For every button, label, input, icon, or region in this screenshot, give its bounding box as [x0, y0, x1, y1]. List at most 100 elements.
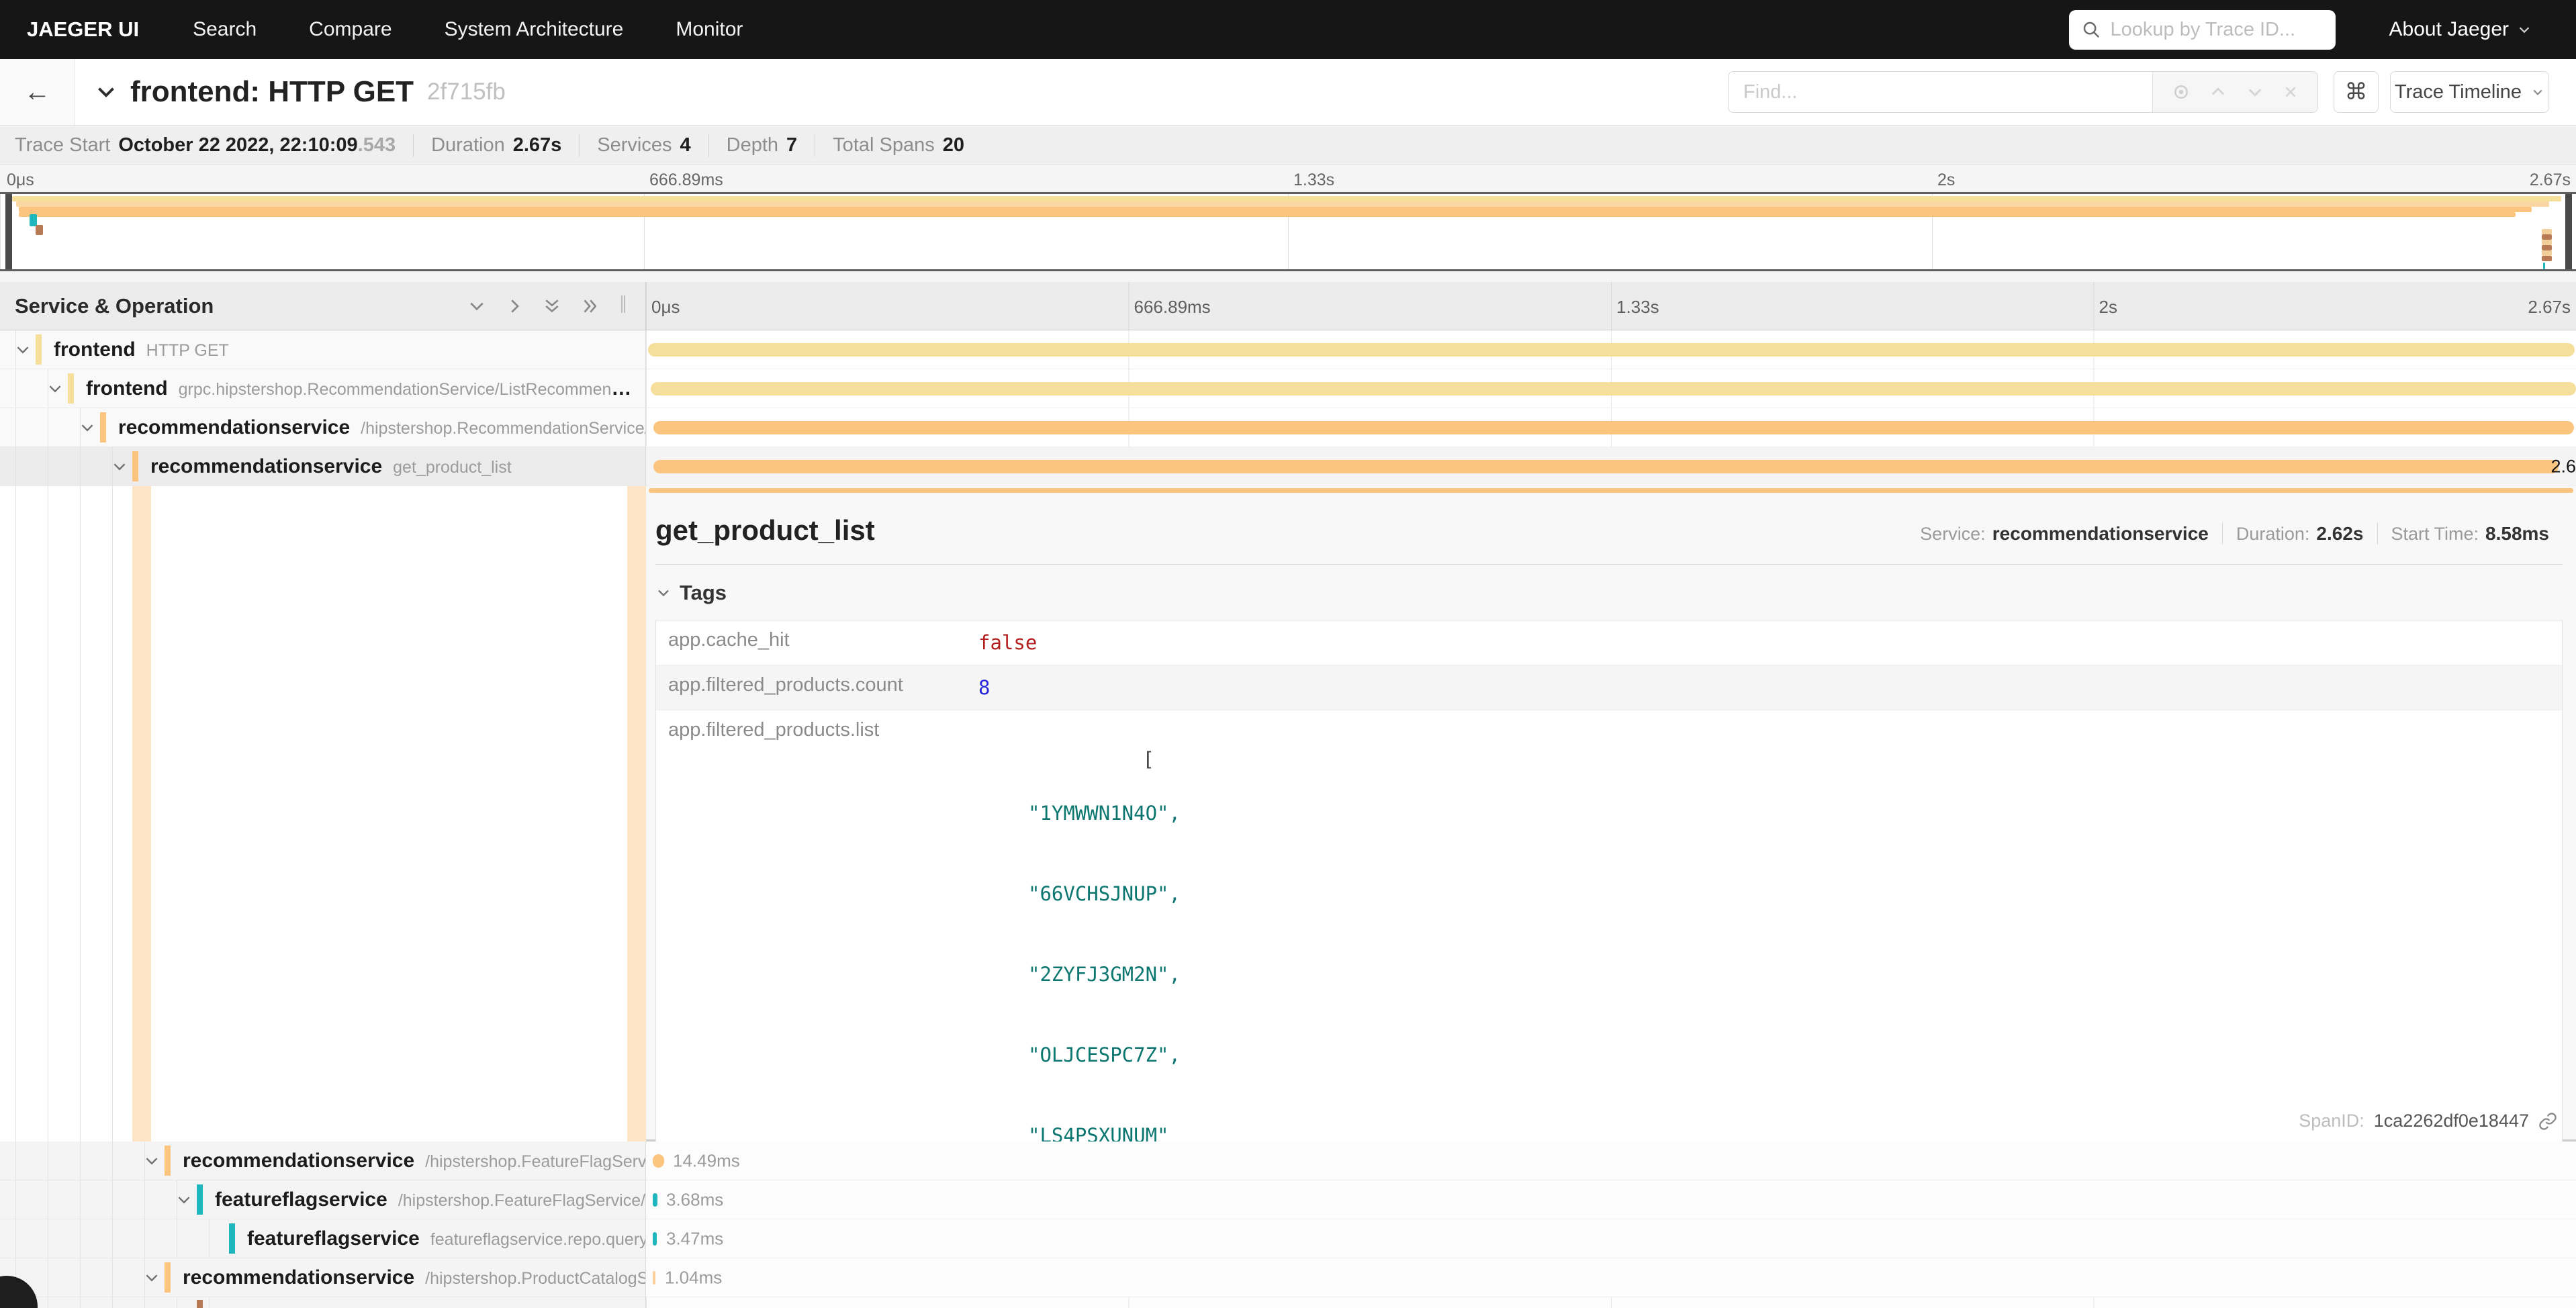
span-operation: /hipstershop.RecommendationService/Lis… [361, 419, 646, 438]
span-id-row: SpanID: 1ca2262df0e18447 [2299, 1111, 2557, 1131]
trace-collapse-toggle[interactable] [94, 80, 118, 104]
nav-item-monitor[interactable]: Monitor [676, 18, 743, 41]
tag-row: app.filtered_products.count 8 [656, 665, 2562, 710]
expand-all-icon[interactable] [580, 296, 600, 316]
span-duration-bar[interactable] [653, 1271, 655, 1284]
span-bar-cell[interactable]: 2.6 [646, 447, 2576, 486]
span-bar-cell[interactable]: 1.04ms [646, 1258, 2576, 1297]
chevron-down-icon[interactable] [46, 380, 64, 398]
service-operation-header: Service & Operation [0, 282, 646, 330]
span-row-frontend-http-get[interactable]: frontendHTTP GET [0, 330, 2576, 369]
chevron-down-icon[interactable] [143, 1152, 160, 1170]
span-service: recommendationservice [183, 1150, 414, 1172]
column-resizer[interactable] [621, 295, 625, 313]
service-color-tag [165, 1262, 171, 1293]
nav-item-compare[interactable]: Compare [309, 18, 392, 41]
tree-header-title: Service & Operation [15, 294, 214, 318]
nav-item-search[interactable]: Search [193, 18, 257, 41]
span-bar-cell[interactable] [646, 408, 2576, 447]
search-icon [2081, 19, 2101, 40]
chevron-down-icon [2517, 22, 2532, 37]
span-bar-cell[interactable]: 3.68ms [646, 1180, 2576, 1219]
find-input[interactable] [1743, 81, 2137, 103]
trace-total-spans: Total Spans20 [815, 134, 982, 156]
minimap-right-scrubber[interactable] [2565, 194, 2572, 269]
detail-service: Service:recommendationservice [1906, 523, 2222, 545]
close-icon[interactable] [2282, 83, 2299, 101]
span-bar-cell[interactable] [646, 369, 2576, 408]
collapse-one-icon[interactable] [467, 296, 487, 316]
span-duration-label: 3.47ms [666, 1228, 723, 1249]
link-icon[interactable] [2538, 1112, 2557, 1131]
timeline-ticks-header: 0μs 666.89ms 1.33s 2s 2.67s [646, 282, 2576, 330]
keyboard-shortcuts-button[interactable]: ⌘ [2334, 71, 2379, 113]
span-row-featureflagservice-repo-query[interactable]: featureflagservicefeatureflagservice.rep… [0, 1219, 2576, 1258]
span-operation: /hipstershop.ProductCatalogSer… [425, 1269, 646, 1288]
top-nav: JAEGER UI Search Compare System Architec… [0, 0, 2576, 59]
span-row-get-product-list-selected[interactable]: recommendationserviceget_product_list 2.… [0, 447, 2576, 486]
trace-id-search-box[interactable] [2069, 10, 2336, 50]
trace-id-short: 2f715fb [427, 79, 506, 105]
minimap-ticks: 0μs 666.89ms 1.33s 2s 2.67s [0, 165, 2576, 192]
trace-services: Services4 [579, 134, 708, 156]
chevron-up-icon[interactable] [2209, 83, 2227, 101]
span-detail-title: get_product_list [655, 514, 875, 547]
chevron-down-icon[interactable] [79, 419, 96, 436]
span-duration-bar[interactable] [653, 1154, 664, 1168]
nav-item-system-architecture[interactable]: System Architecture [445, 18, 624, 41]
span-service: recommendationservice [183, 1266, 414, 1289]
span-service: recommendationservice [118, 416, 350, 438]
span-bar-cell[interactable]: 3.47ms [646, 1219, 2576, 1258]
span-duration-label: 3.68ms [666, 1189, 723, 1210]
trace-minimap[interactable]: 0μs 666.89ms 1.33s 2s 2.67s [0, 165, 2576, 282]
trace-start: Trace Start October 22 2022, 22:10:09.54… [15, 134, 413, 156]
span-bar-cell[interactable]: 14.49ms [646, 1141, 2576, 1180]
detail-duration: Duration:2.62s [2222, 523, 2377, 545]
service-color-tag [36, 334, 42, 365]
chevron-down-icon[interactable] [143, 1269, 160, 1287]
span-row-frontend-grpc[interactable]: frontendgrpc.hipstershop.RecommendationS… [0, 369, 2576, 408]
service-color-tag [132, 451, 138, 481]
span-duration-bar[interactable] [653, 1232, 657, 1246]
span-rows-bottom: recommendationservice/hipstershop.Featur… [0, 1141, 2576, 1308]
span-duration-bar[interactable] [651, 382, 2576, 395]
service-color-tag [197, 1184, 203, 1215]
expand-one-icon[interactable] [504, 296, 524, 316]
span-id-value: 1ca2262df0e18447 [2374, 1111, 2529, 1131]
back-button[interactable]: ← [0, 59, 75, 125]
chevron-down-icon[interactable] [175, 1191, 193, 1209]
chevron-down-icon[interactable] [14, 341, 32, 359]
app-brand[interactable]: JAEGER UI [27, 17, 139, 42]
span-duration-bar[interactable] [653, 1193, 657, 1207]
span-operation: grpc.hipstershop.RecommendationService/L… [179, 380, 637, 399]
span-detail-row: get_product_list Service:recommendations… [0, 486, 2576, 1141]
trace-title-bar: ← frontend: HTTP GET 2f715fb [0, 59, 2576, 125]
span-row-reco-featureflag[interactable]: recommendationservice/hipstershop.Featur… [0, 1141, 2576, 1180]
service-color-tag [100, 412, 106, 442]
span-service: featureflagservice [247, 1227, 420, 1250]
span-row-featureflagservice-get[interactable]: featureflagservice/hipstershop.FeatureFl… [0, 1180, 2576, 1219]
span-detail-duration-bar [649, 488, 2573, 493]
span-duration-bar[interactable] [653, 460, 2559, 473]
span-duration-bar[interactable] [648, 343, 2575, 357]
span-bar-cell[interactable] [646, 330, 2576, 369]
view-mode-dropdown[interactable]: Trace Timeline [2390, 71, 2549, 113]
service-color-tag [229, 1223, 235, 1254]
tags-section-toggle[interactable]: Tags [655, 581, 2563, 605]
span-operation: /hipstershop.FeatureFlagService… [425, 1152, 646, 1171]
span-duration-bar[interactable] [653, 421, 2574, 434]
collapse-all-icon[interactable] [542, 296, 562, 316]
span-row-recommendationservice-list[interactable]: recommendationservice/hipstershop.Recomm… [0, 408, 2576, 447]
chevron-down-icon[interactable] [2246, 83, 2264, 101]
trace-id-search-input[interactable] [2111, 19, 2324, 41]
span-operation: get_product_list [393, 458, 512, 477]
about-jaeger-menu[interactable]: About Jaeger [2389, 18, 2532, 41]
timeline-grid-header: Service & Operation 0μs 666.89ms [0, 282, 2576, 330]
tag-row: app.cache_hit false [656, 620, 2562, 665]
span-row-reco-productcatalog[interactable]: recommendationservice/hipstershop.Produc… [0, 1258, 2576, 1297]
minimap-left-scrubber[interactable] [5, 194, 12, 269]
span-detail-left [0, 486, 646, 1141]
focus-icon[interactable] [2171, 82, 2191, 102]
minimap-canvas[interactable] [0, 192, 2576, 271]
chevron-down-icon[interactable] [111, 458, 128, 475]
